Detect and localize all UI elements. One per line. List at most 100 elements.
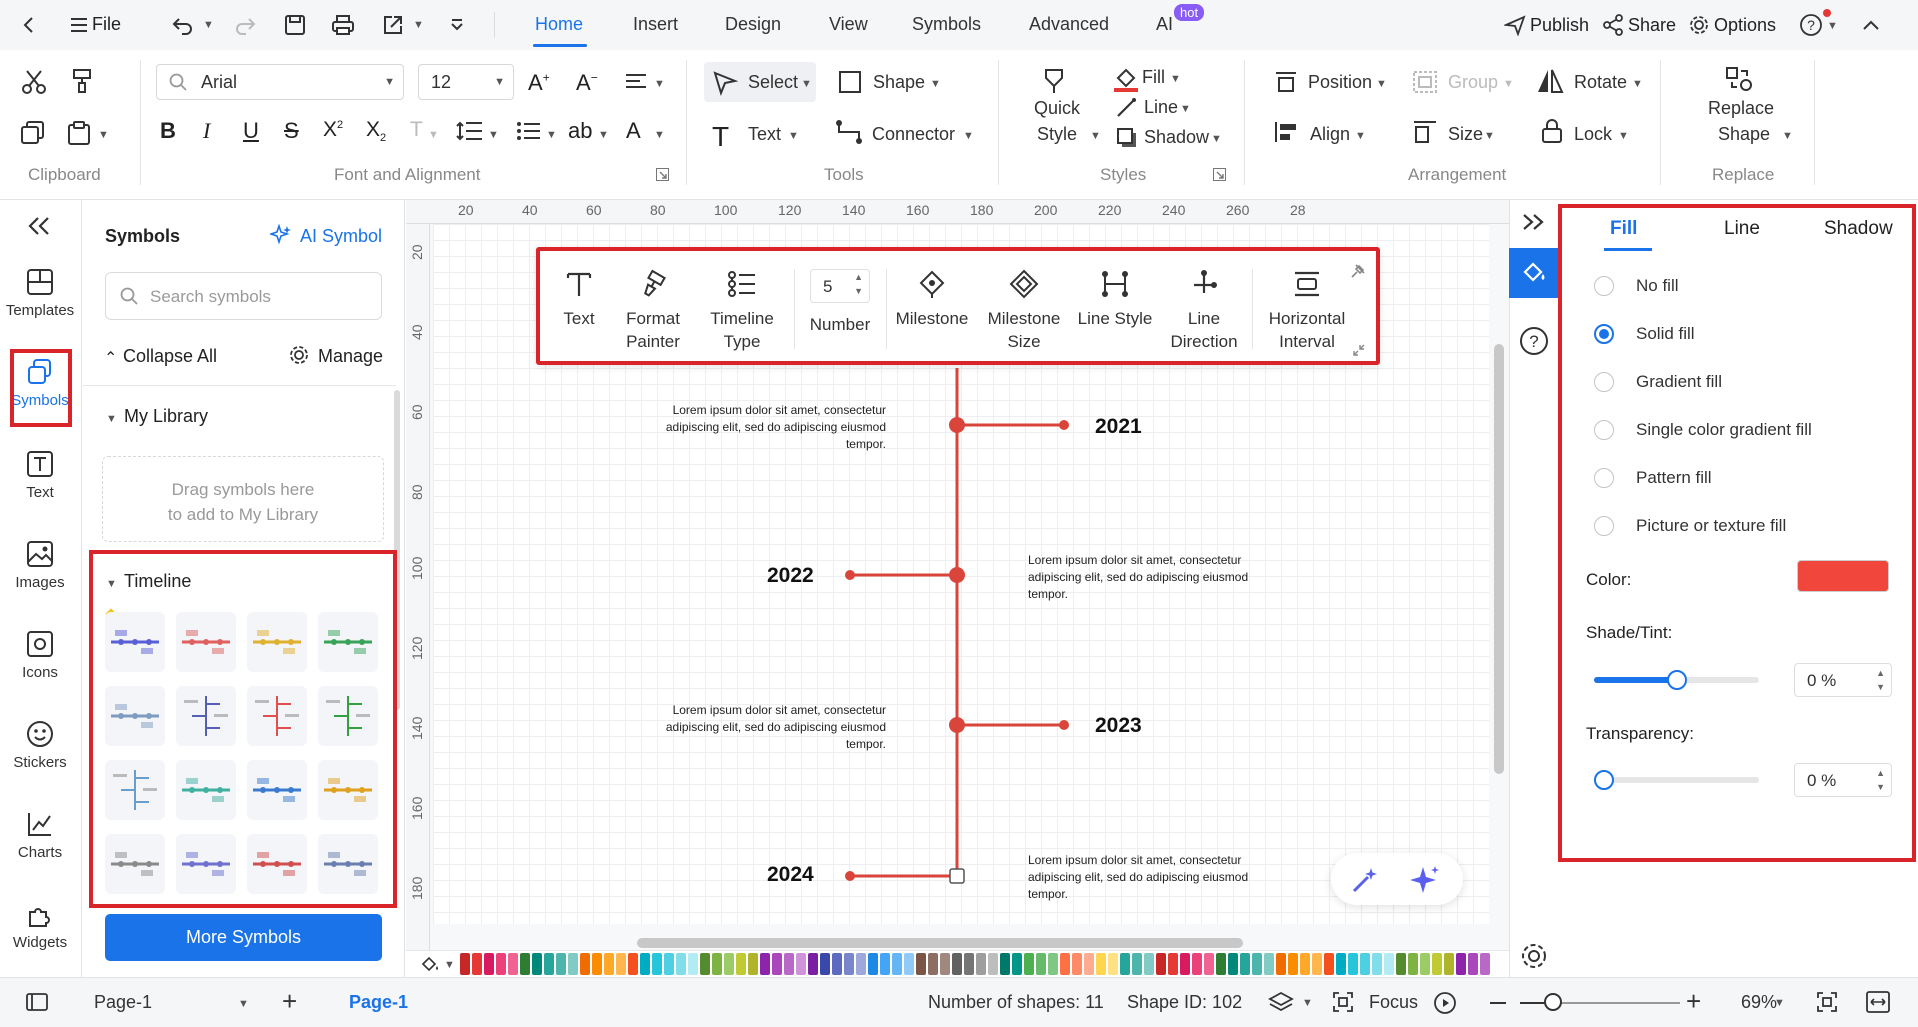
fill-option[interactable]: Single color gradient fill: [1594, 420, 1812, 440]
format-painter-icon[interactable]: [68, 66, 96, 94]
color-swatch[interactable]: [928, 953, 938, 975]
rotate-button[interactable]: Rotate: [1574, 72, 1627, 93]
collapse-all-icon[interactable]: ⌃: [104, 348, 117, 368]
my-library-header[interactable]: My Library: [124, 406, 208, 427]
color-swatch[interactable]: [484, 953, 494, 975]
sidebar-item-stickers[interactable]: Stickers: [0, 720, 80, 771]
strikethrough-icon[interactable]: S: [284, 118, 299, 144]
font-color-dropdown-icon[interactable]: ▼: [654, 129, 665, 141]
tab-line[interactable]: Line: [1724, 218, 1760, 240]
tab-fill[interactable]: Fill: [1610, 218, 1637, 240]
fill-bucket-icon[interactable]: [420, 955, 440, 973]
tab-advanced[interactable]: Advanced: [1029, 14, 1109, 35]
sidebar-item-templates[interactable]: Templates: [0, 268, 80, 319]
timeline-symbol-thumbnail[interactable]: [105, 834, 165, 894]
publish-icon[interactable]: [1500, 10, 1530, 40]
shadow-button[interactable]: Shadow: [1144, 127, 1209, 148]
color-swatch[interactable]: [1048, 953, 1058, 975]
decrease-font-icon[interactable]: A−: [576, 70, 598, 96]
radio-button[interactable]: [1594, 276, 1614, 296]
milestone-2021-node[interactable]: [949, 417, 965, 433]
color-swatch[interactable]: [604, 953, 614, 975]
event-description-2023[interactable]: Lorem ipsum dolor sit amet, consectetur a…: [626, 702, 886, 753]
bullet-list-icon[interactable]: [516, 120, 542, 142]
fill-option[interactable]: Gradient fill: [1594, 372, 1722, 392]
fb-milestone-button[interactable]: Milestone: [892, 269, 972, 330]
branch-end-dot[interactable]: [845, 570, 855, 580]
color-swatch[interactable]: [1456, 953, 1466, 975]
color-swatch[interactable]: [1312, 953, 1322, 975]
shade-slider-handle[interactable]: [1666, 670, 1687, 690]
branch-end-dot[interactable]: [1059, 720, 1069, 730]
lock-button[interactable]: Lock: [1574, 124, 1612, 145]
library-drop-zone[interactable]: Drag symbols here to add to My Library: [102, 456, 384, 542]
color-swatch[interactable]: [940, 953, 950, 975]
text-align-icon[interactable]: [624, 72, 648, 92]
radio-button[interactable]: [1594, 372, 1614, 392]
event-description-2021[interactable]: Lorem ipsum dolor sit amet, consectetur a…: [626, 402, 886, 453]
fit-page-icon[interactable]: [1816, 991, 1838, 1013]
palette-dropdown-icon[interactable]: ▼: [444, 959, 455, 971]
italic-icon[interactable]: I: [203, 118, 210, 144]
collapse-ribbon-icon[interactable]: [1856, 10, 1886, 40]
play-icon[interactable]: [1433, 991, 1457, 1015]
color-swatch[interactable]: [1372, 953, 1382, 975]
color-swatch[interactable]: [544, 953, 554, 975]
radio-button[interactable]: [1594, 420, 1614, 440]
tab-home[interactable]: Home: [535, 14, 583, 35]
cut-icon[interactable]: [20, 68, 48, 96]
sidebar-item-widgets[interactable]: Widgets: [0, 900, 80, 951]
color-swatch[interactable]: [844, 953, 854, 975]
save-icon[interactable]: [280, 10, 310, 40]
align-button[interactable]: Align: [1310, 124, 1350, 145]
group-icon[interactable]: [1412, 70, 1438, 94]
color-swatch[interactable]: [760, 953, 770, 975]
shape-tool[interactable]: Shape: [873, 72, 925, 93]
line-color-icon[interactable]: [1116, 96, 1138, 118]
color-swatch[interactable]: [1276, 953, 1286, 975]
redo-icon[interactable]: [230, 10, 260, 40]
color-swatch[interactable]: [1156, 953, 1166, 975]
panel-scrollbar[interactable]: [394, 390, 400, 710]
line-spacing-icon[interactable]: [456, 120, 484, 142]
color-swatch[interactable]: [1444, 953, 1454, 975]
branch-end-dot[interactable]: [845, 871, 855, 881]
share-icon[interactable]: [1598, 10, 1628, 40]
bullet-dropdown-icon[interactable]: ▼: [546, 129, 557, 141]
more-commands-icon[interactable]: [442, 10, 472, 40]
color-swatch[interactable]: [1408, 953, 1418, 975]
radio-button[interactable]: [1594, 468, 1614, 488]
publish-button[interactable]: Publish: [1530, 15, 1589, 36]
color-swatch[interactable]: [1348, 953, 1358, 975]
color-swatch[interactable]: [532, 953, 542, 975]
color-swatch[interactable]: [700, 953, 710, 975]
text-case-dropdown-icon[interactable]: ▼: [428, 129, 439, 141]
transparency-slider-handle[interactable]: [1594, 770, 1614, 790]
vertical-scrollbar[interactable]: [1494, 344, 1504, 774]
color-swatch[interactable]: [1120, 953, 1130, 975]
help-dropdown-icon[interactable]: ▼: [1827, 20, 1838, 32]
color-swatch[interactable]: [1336, 953, 1346, 975]
line-spacing-dropdown-icon[interactable]: ▼: [488, 129, 499, 141]
increase-font-icon[interactable]: A+: [528, 70, 550, 96]
share-button[interactable]: Share: [1628, 15, 1676, 36]
print-icon[interactable]: [328, 10, 358, 40]
align-icon[interactable]: [1274, 120, 1300, 144]
group-button[interactable]: Group: [1448, 72, 1498, 93]
fill-button[interactable]: Fill: [1142, 67, 1165, 88]
subscript-icon[interactable]: X2: [366, 118, 386, 144]
color-swatch[interactable]: [1288, 953, 1298, 975]
color-swatch[interactable]: [1132, 953, 1142, 975]
fill-option[interactable]: Picture or texture fill: [1594, 516, 1786, 536]
event-description-2022[interactable]: Lorem ipsum dolor sit amet, consectetur a…: [1028, 552, 1288, 603]
fill-color-picker[interactable]: [1797, 560, 1889, 592]
event-description-2024[interactable]: Lorem ipsum dolor sit amet, consectetur a…: [1028, 852, 1288, 903]
shadow-icon[interactable]: [1116, 127, 1138, 149]
stepper-arrows-icon[interactable]: ▲ ▼: [854, 270, 863, 298]
color-swatch[interactable]: [1084, 953, 1094, 975]
sidebar-item-symbols[interactable]: Symbols: [0, 358, 80, 409]
radio-button[interactable]: [1594, 324, 1614, 344]
sidebar-item-charts[interactable]: Charts: [0, 810, 80, 861]
gear-icon[interactable]: [1520, 942, 1548, 970]
color-swatch[interactable]: [556, 953, 566, 975]
